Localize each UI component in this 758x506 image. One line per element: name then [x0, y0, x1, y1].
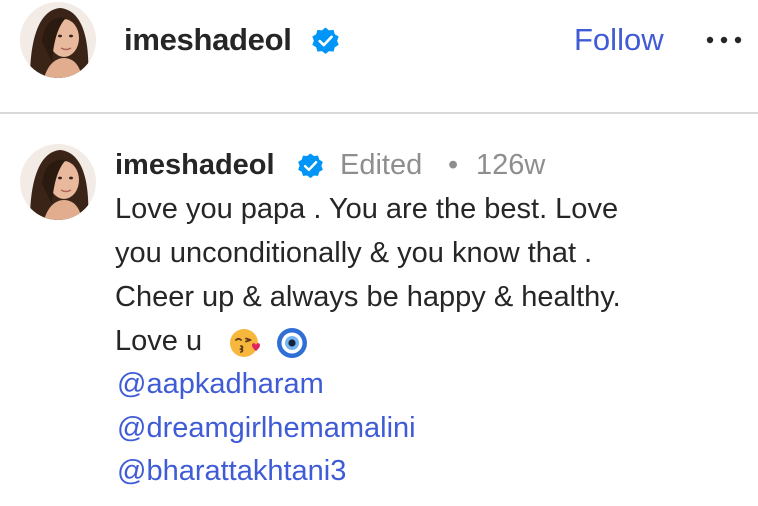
- post-author-username[interactable]: imeshadeol: [124, 22, 292, 58]
- comment-text-line: Cheer up & always be happy & healthy.: [115, 281, 621, 313]
- mention-link[interactable]: @aapkadharam: [117, 368, 324, 401]
- comment-avatar[interactable]: [20, 144, 96, 220]
- comment-timestamp[interactable]: 126w: [476, 149, 545, 182]
- face-blowing-kiss-emoji: [230, 329, 260, 357]
- edited-label: Edited: [340, 149, 423, 181]
- profile-avatar[interactable]: [20, 2, 96, 78]
- comment-author-username[interactable]: imeshadeol: [115, 149, 275, 182]
- follow-button[interactable]: Follow: [574, 22, 664, 58]
- nazar-amulet-emoji: [277, 328, 307, 358]
- verified-badge-icon: [298, 153, 323, 179]
- meta-separator: •: [448, 149, 459, 181]
- mention-link[interactable]: @dreamgirlhemamalini: [117, 412, 416, 445]
- more-horizontal-icon[interactable]: [704, 30, 744, 50]
- comment-text-line: you unconditionally & you know that .: [115, 237, 593, 269]
- comment-text-line: Love you papa . You are the best. Love: [115, 193, 619, 225]
- header-divider: [0, 112, 758, 114]
- verified-badge-icon: [312, 27, 339, 54]
- comment-text-line: Love u: [115, 325, 203, 357]
- mention-link[interactable]: @bharattakhtani3: [117, 455, 346, 488]
